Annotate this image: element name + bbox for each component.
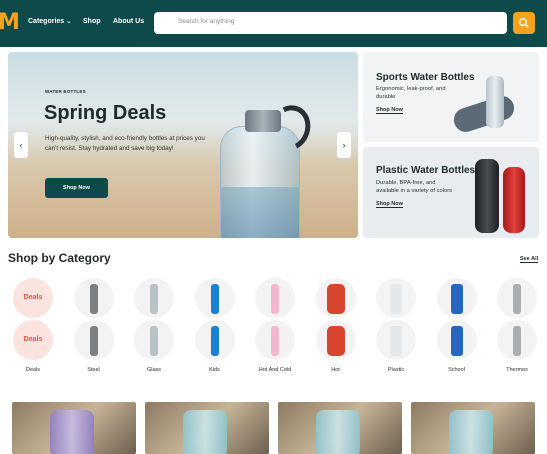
promo-card-sports[interactable]: Sports Water Bottles Ergonomic, leak-pro… — [363, 52, 539, 142]
bottle-icon — [150, 284, 158, 314]
product-bottle-image — [316, 410, 360, 454]
nav-categories-label: Categories — [28, 18, 65, 25]
hero-title: Spring Deals — [44, 102, 167, 124]
promo-description: Ergonomic, leak-proof, and durable — [376, 86, 446, 100]
category-label: Hot And Cold — [258, 367, 292, 373]
category-label: Kids — [209, 367, 220, 373]
promo-shop-now-link[interactable]: Shop Now — [376, 201, 403, 208]
bottle-icon — [210, 284, 219, 314]
site-logo[interactable]: M — [0, 10, 20, 35]
category-item[interactable]: Deals Deals Deals — [6, 275, 66, 385]
carousel-prev-arrow-icon[interactable]: ‹ — [14, 132, 28, 158]
hero-description: High-quality, stylish, and eco-friendly … — [45, 135, 205, 152]
bottle-icon — [326, 284, 345, 314]
category-image — [255, 320, 295, 360]
category-item[interactable]: Glass — [127, 275, 187, 385]
bottle-icon — [150, 326, 158, 356]
hero-bottle-cap — [245, 110, 281, 132]
carousel-next-arrow-icon[interactable]: › — [337, 132, 351, 158]
category-image — [497, 320, 537, 360]
category-image — [376, 278, 416, 318]
category-label: Plastic — [387, 367, 405, 373]
category-image — [436, 278, 477, 318]
section-title: Shop by Category — [8, 251, 111, 265]
product-bottle-image — [183, 410, 227, 454]
category-item[interactable]: Hot — [309, 275, 369, 385]
category-item[interactable]: Thermos — [490, 275, 547, 385]
category-label: Glass — [146, 367, 162, 373]
red-bottle-image — [503, 167, 525, 233]
bottle-icon — [390, 284, 402, 314]
category-image — [73, 320, 114, 360]
product-thumbnail[interactable] — [145, 402, 269, 454]
product-thumbnail[interactable] — [411, 402, 535, 454]
black-bottle-image — [475, 159, 499, 233]
bottle-icon — [210, 326, 219, 356]
hero-eyebrow: WATER BOTTLES — [45, 89, 86, 94]
nav-about-us[interactable]: About Us — [113, 18, 144, 25]
nav-categories[interactable]: Categories ⌄ — [28, 18, 71, 25]
promo-description: Durable, BPA-free, and available in a va… — [376, 180, 453, 194]
search-button[interactable] — [513, 12, 535, 34]
category-image — [376, 320, 416, 360]
category-image — [436, 320, 477, 360]
product-bottle-image — [449, 410, 493, 454]
product-bottle-image — [50, 410, 94, 454]
category-image — [497, 278, 537, 318]
category-label: School — [448, 367, 465, 373]
category-item[interactable]: Steel — [67, 275, 127, 385]
bottle-icon — [271, 284, 279, 314]
sports-bottle-image — [486, 76, 504, 128]
bottle-icon — [89, 284, 98, 314]
category-image — [255, 278, 295, 318]
category-image — [194, 320, 235, 360]
category-label: Hot — [331, 367, 340, 373]
chevron-down-icon: ⌄ — [66, 19, 72, 25]
deals-badge: Deals — [13, 320, 53, 360]
promo-card-plastic[interactable]: Plastic Water Bottles Durable, BPA-free,… — [363, 147, 539, 238]
category-label: Deals — [25, 367, 41, 373]
category-item[interactable]: Kids — [188, 275, 248, 385]
deals-badge: Deals — [13, 278, 53, 318]
search-icon — [518, 17, 529, 28]
category-item[interactable]: Hot And Cold — [248, 275, 308, 385]
category-item[interactable]: Plastic — [369, 275, 429, 385]
category-image — [315, 278, 356, 318]
nav-shop[interactable]: Shop — [83, 18, 101, 25]
bottle-icon — [513, 284, 521, 314]
category-image — [315, 320, 356, 360]
bottle-icon — [271, 326, 279, 356]
hero-shop-now-button[interactable]: Shop Now — [45, 178, 108, 198]
product-thumbnail[interactable] — [278, 402, 402, 454]
category-label: Thermos — [506, 367, 528, 373]
category-image — [134, 320, 174, 360]
yoga-mat-image — [450, 93, 518, 135]
bottle-icon — [513, 326, 521, 356]
category-image — [194, 278, 235, 318]
bottle-icon — [450, 284, 463, 314]
category-image — [73, 278, 114, 318]
promo-title: Plastic Water Bottles — [376, 165, 476, 176]
category-item[interactable]: School — [430, 275, 490, 385]
promo-shop-now-link[interactable]: Shop Now — [376, 107, 403, 114]
hero-banner: WATER BOTTLES Spring Deals High-quality,… — [8, 52, 358, 238]
see-all-link[interactable]: See All — [520, 256, 539, 263]
category-image — [134, 278, 174, 318]
search-input[interactable]: Search for anything — [154, 12, 507, 34]
promo-title: Sports Water Bottles — [376, 72, 475, 83]
top-navigation-bar: M Categories ⌄ Shop About Us Search for a… — [0, 0, 547, 47]
bottle-icon — [326, 326, 345, 356]
hero-bottle-water — [221, 187, 299, 238]
bottle-icon — [89, 326, 98, 356]
product-thumbnail[interactable] — [12, 402, 136, 454]
category-label: Steel — [87, 367, 100, 373]
bottle-icon — [450, 326, 463, 356]
bottle-icon — [390, 326, 402, 356]
